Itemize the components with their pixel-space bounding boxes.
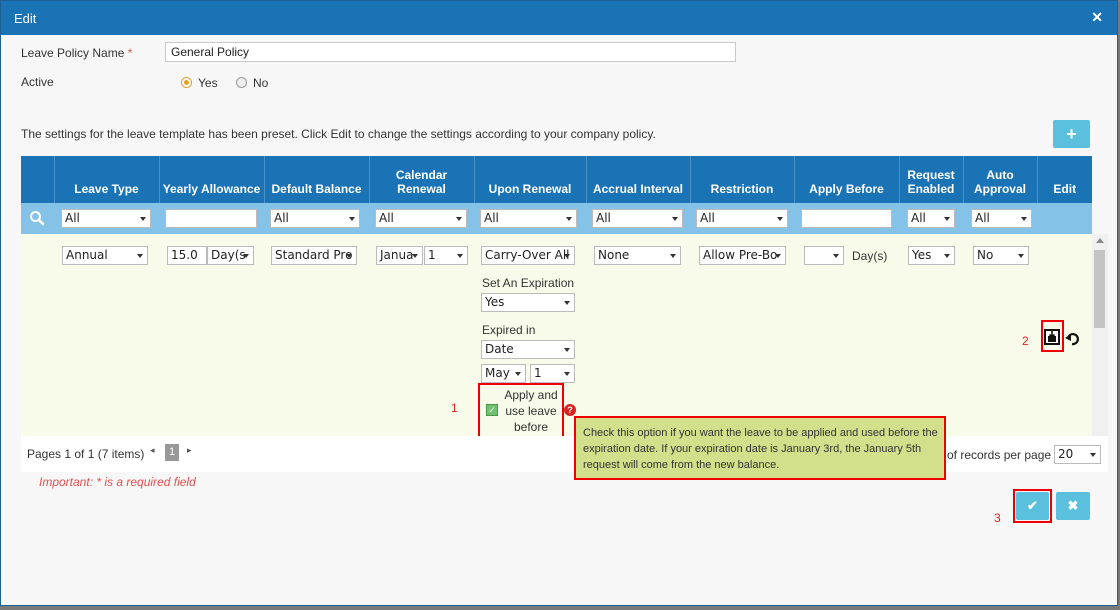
header-default-balance[interactable]: Default Balance [264,156,370,204]
active-yes-radio[interactable] [181,77,192,88]
pager-info: Pages 1 of 1 (7 items) [27,447,145,461]
per-page-select[interactable]: 20 [1054,445,1101,464]
next-page-icon[interactable]: ▸ [187,445,192,456]
policy-name-label: Leave Policy Name * [21,46,133,60]
header-request-enabled[interactable]: Request Enabled [899,156,964,204]
apply-before-select[interactable] [804,246,844,265]
upon-renewal-select[interactable]: Carry-Over All [481,246,575,265]
header-edit: Edit [1037,156,1092,204]
header-upon-renewal[interactable]: Upon Renewal [474,156,587,204]
allowance-unit-select[interactable]: Day(s [207,246,254,265]
header-yearly-allowance[interactable]: Yearly Allowance [159,156,265,204]
per-page-label: of records per page [947,448,1052,462]
filter-calendar-renewal[interactable]: All [375,209,467,228]
leave-grid: Leave Type Yearly Allowance Default Bala… [21,156,1092,204]
leave-type-select[interactable]: Annual [62,246,148,265]
scroll-thumb[interactable] [1094,250,1105,328]
help-tooltip: Check this option if you want the leave … [574,416,946,480]
filter-upon-renewal[interactable]: All [480,209,577,228]
close-icon[interactable]: ✕ [1091,9,1103,26]
search-icon[interactable] [29,210,45,226]
help-icon[interactable]: ? [564,404,576,416]
annotation-1: 1 [451,401,458,415]
scroll-up-icon[interactable] [1096,238,1104,243]
filter-yearly-allowance[interactable] [165,209,257,228]
active-no-radio[interactable] [236,77,247,88]
header-calendar-renewal[interactable]: Calendar Renewal [369,156,475,204]
page-1-button[interactable]: 1 [165,444,179,461]
active-no-label: No [253,76,269,90]
filter-default-balance[interactable]: All [270,209,360,228]
header-cell [21,156,55,204]
apply-before-unit: Day(s) [852,249,888,263]
header-leave-type[interactable]: Leave Type [54,156,160,204]
info-text: The settings for the leave template has … [21,127,656,141]
filter-row: All All All All All All All All [21,203,1092,234]
plus-icon: + [1066,124,1077,144]
close-icon: ✖ [1067,498,1079,513]
annotation-3: 3 [994,511,1001,525]
filter-restriction[interactable]: All [696,209,788,228]
highlight-box-3 [1013,489,1052,523]
undo-icon[interactable] [1064,331,1080,347]
expired-in-label: Expired in [482,323,536,337]
policy-name-input[interactable] [165,42,736,62]
auto-approval-select[interactable]: No [973,246,1029,265]
expired-in-select[interactable]: Date [481,340,575,359]
set-expiration-label: Set An Expiration [482,276,575,290]
grid-header-row: Leave Type Yearly Allowance Default Bala… [21,156,1092,204]
filter-auto-approval[interactable]: All [971,209,1032,228]
highlight-box-2 [1041,320,1064,352]
important-note: Important: * is a required field [39,475,196,489]
active-yes-label: Yes [198,76,218,90]
filter-apply-before[interactable] [801,209,892,228]
expiration-day-select[interactable]: 1 [530,364,575,383]
request-enabled-select[interactable]: Yes [908,246,955,265]
header-auto-approval[interactable]: Auto Approval [963,156,1038,204]
cancel-button[interactable]: ✖ [1056,492,1090,520]
accrual-interval-select[interactable]: None [594,246,681,265]
expiration-month-select[interactable]: May [481,364,526,383]
renewal-day-select[interactable]: 1 [424,246,468,265]
active-label: Active [21,75,54,89]
filter-accrual-interval[interactable]: All [592,209,683,228]
header-restriction[interactable]: Restriction [690,156,795,204]
allowance-input[interactable]: 15.0 [167,246,207,265]
required-mark: * [127,46,133,60]
set-expiration-select[interactable]: Yes [481,293,575,312]
dialog-title: Edit [14,11,37,26]
edit-dialog: Edit ✕ Leave Policy Name * Active Yes No… [0,0,1118,606]
header-accrual-interval[interactable]: Accrual Interval [586,156,691,204]
restriction-select[interactable]: Allow Pre-Bo [699,246,786,265]
dialog-titlebar: Edit ✕ [1,1,1117,35]
default-balance-select[interactable]: Standard Pro [271,246,357,265]
filter-request-enabled[interactable]: All [907,209,955,228]
filter-leave-type[interactable]: All [61,209,151,228]
header-apply-before[interactable]: Apply Before [794,156,900,204]
prev-page-icon[interactable]: ◂ [150,445,155,456]
annotation-2: 2 [1022,334,1029,348]
highlight-box-1 [478,383,564,440]
vertical-scrollbar[interactable] [1092,234,1108,436]
add-button[interactable]: + [1053,120,1090,148]
renewal-month-select[interactable]: Janua [376,246,423,265]
